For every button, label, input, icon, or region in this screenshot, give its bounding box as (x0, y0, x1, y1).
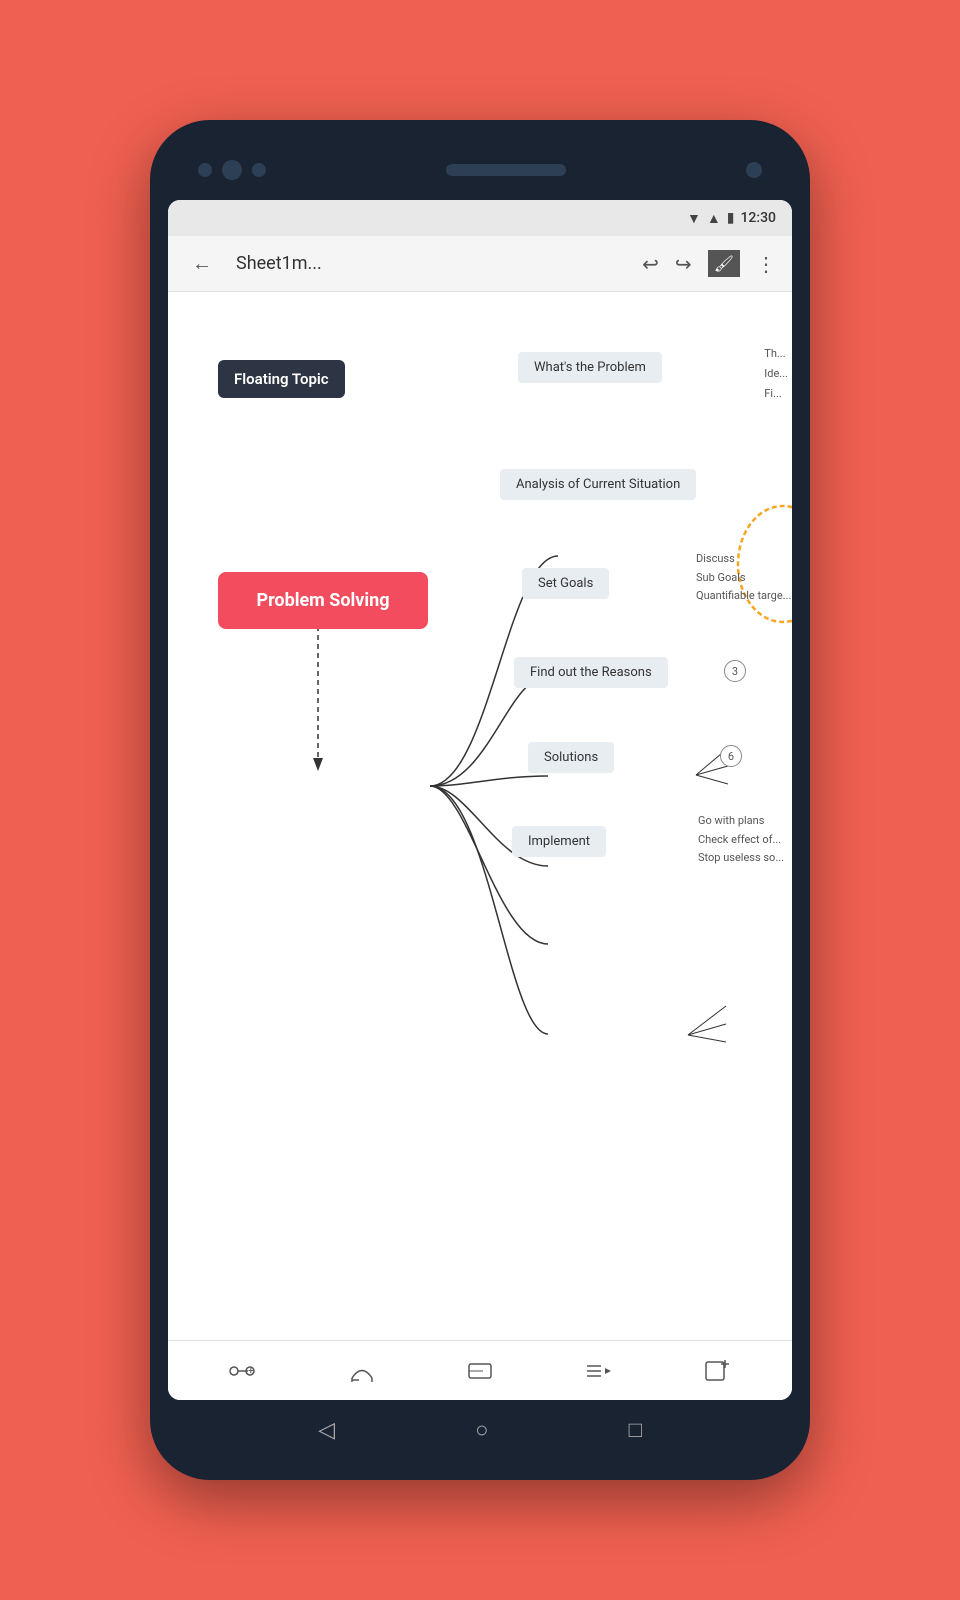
connector-icon (347, 1358, 377, 1384)
add-node-tool[interactable]: + (228, 1358, 258, 1384)
solutions-node[interactable]: Solutions (528, 742, 614, 773)
partial-items: Th... Ide... Fi... (764, 344, 792, 403)
go-with-plans-item: Go with plans (698, 812, 784, 831)
central-node[interactable]: Problem Solving (218, 572, 428, 629)
implement-children: Go with plans Check effect of... Stop us… (698, 812, 784, 868)
set-goals-children: Discuss Sub Goals Quantifiable targe... (696, 550, 791, 606)
floating-topic-node[interactable]: Floating Topic (218, 360, 345, 398)
phone-bottom-bar: ◁ ○ □ (168, 1400, 792, 1460)
status-time: 12:30 (740, 210, 776, 226)
subgoals-item: Sub Goals (696, 569, 791, 588)
camera-dot-3 (252, 163, 266, 177)
find-reasons-badge: 3 (724, 660, 746, 682)
add-node-icon: + (228, 1358, 258, 1384)
add-element-tool[interactable] (702, 1358, 732, 1384)
wifi-icon: ▼ (687, 210, 701, 227)
whats-problem-node[interactable]: What's the Problem (518, 352, 662, 383)
more-options-button[interactable]: ⋮ (756, 252, 776, 276)
phone-frame: ▼ ▲ ▮ 12:30 ← Sheet1m... ↩ ↪ 🖌 ⋮ (150, 120, 810, 1480)
stop-useless-item: Stop useless so... (698, 849, 784, 868)
find-reasons-node[interactable]: Find out the Reasons (514, 657, 668, 688)
document-title: Sheet1m... (236, 253, 626, 274)
partial-item-2: Ide... (764, 364, 788, 384)
shape-tool[interactable] (465, 1358, 495, 1384)
format-painter-button[interactable]: 🖌 (708, 250, 740, 277)
camera-dot-2 (222, 160, 242, 180)
mindmap-canvas[interactable]: Floating Topic Problem Solving What's th… (168, 292, 792, 1340)
back-nav-button[interactable]: ◁ (318, 1418, 335, 1443)
home-nav-button[interactable]: ○ (475, 1417, 488, 1443)
front-camera (746, 162, 762, 178)
status-bar: ▼ ▲ ▮ 12:30 (168, 200, 792, 236)
discuss-item: Discuss (696, 550, 791, 569)
add-element-icon (702, 1358, 732, 1384)
svg-text:+: + (248, 1366, 254, 1377)
partial-item-3: Fi... (764, 384, 788, 404)
recent-nav-button[interactable]: □ (629, 1417, 642, 1443)
set-goals-node[interactable]: Set Goals (522, 568, 609, 599)
toolbar-actions: ↩ ↪ 🖌 ⋮ (642, 250, 776, 277)
check-effect-item: Check effect of... (698, 831, 784, 850)
layout-icon (583, 1358, 613, 1384)
camera-area (198, 160, 266, 180)
battery-icon: ▮ (727, 210, 735, 226)
camera-dot-1 (198, 163, 212, 177)
bottom-toolbar: + (168, 1340, 792, 1400)
redo-button[interactable]: ↪ (675, 252, 692, 276)
phone-top-bar (168, 140, 792, 200)
speaker (446, 164, 566, 176)
implement-node[interactable]: Implement (512, 826, 606, 857)
connector-tool[interactable] (347, 1358, 377, 1384)
partial-item-1: Th... (764, 344, 788, 364)
back-button[interactable]: ← (184, 243, 220, 284)
layout-tool[interactable] (583, 1358, 613, 1384)
quantifiable-item: Quantifiable targe... (696, 587, 791, 606)
solutions-badge: 6 (720, 745, 742, 767)
status-icons: ▼ ▲ ▮ 12:30 (687, 210, 776, 227)
analysis-node[interactable]: Analysis of Current Situation (500, 469, 696, 500)
shape-icon (465, 1358, 495, 1384)
undo-button[interactable]: ↩ (642, 252, 659, 276)
phone-screen: ▼ ▲ ▮ 12:30 ← Sheet1m... ↩ ↪ 🖌 ⋮ (168, 200, 792, 1400)
app-toolbar: ← Sheet1m... ↩ ↪ 🖌 ⋮ (168, 236, 792, 292)
signal-icon: ▲ (707, 210, 721, 227)
